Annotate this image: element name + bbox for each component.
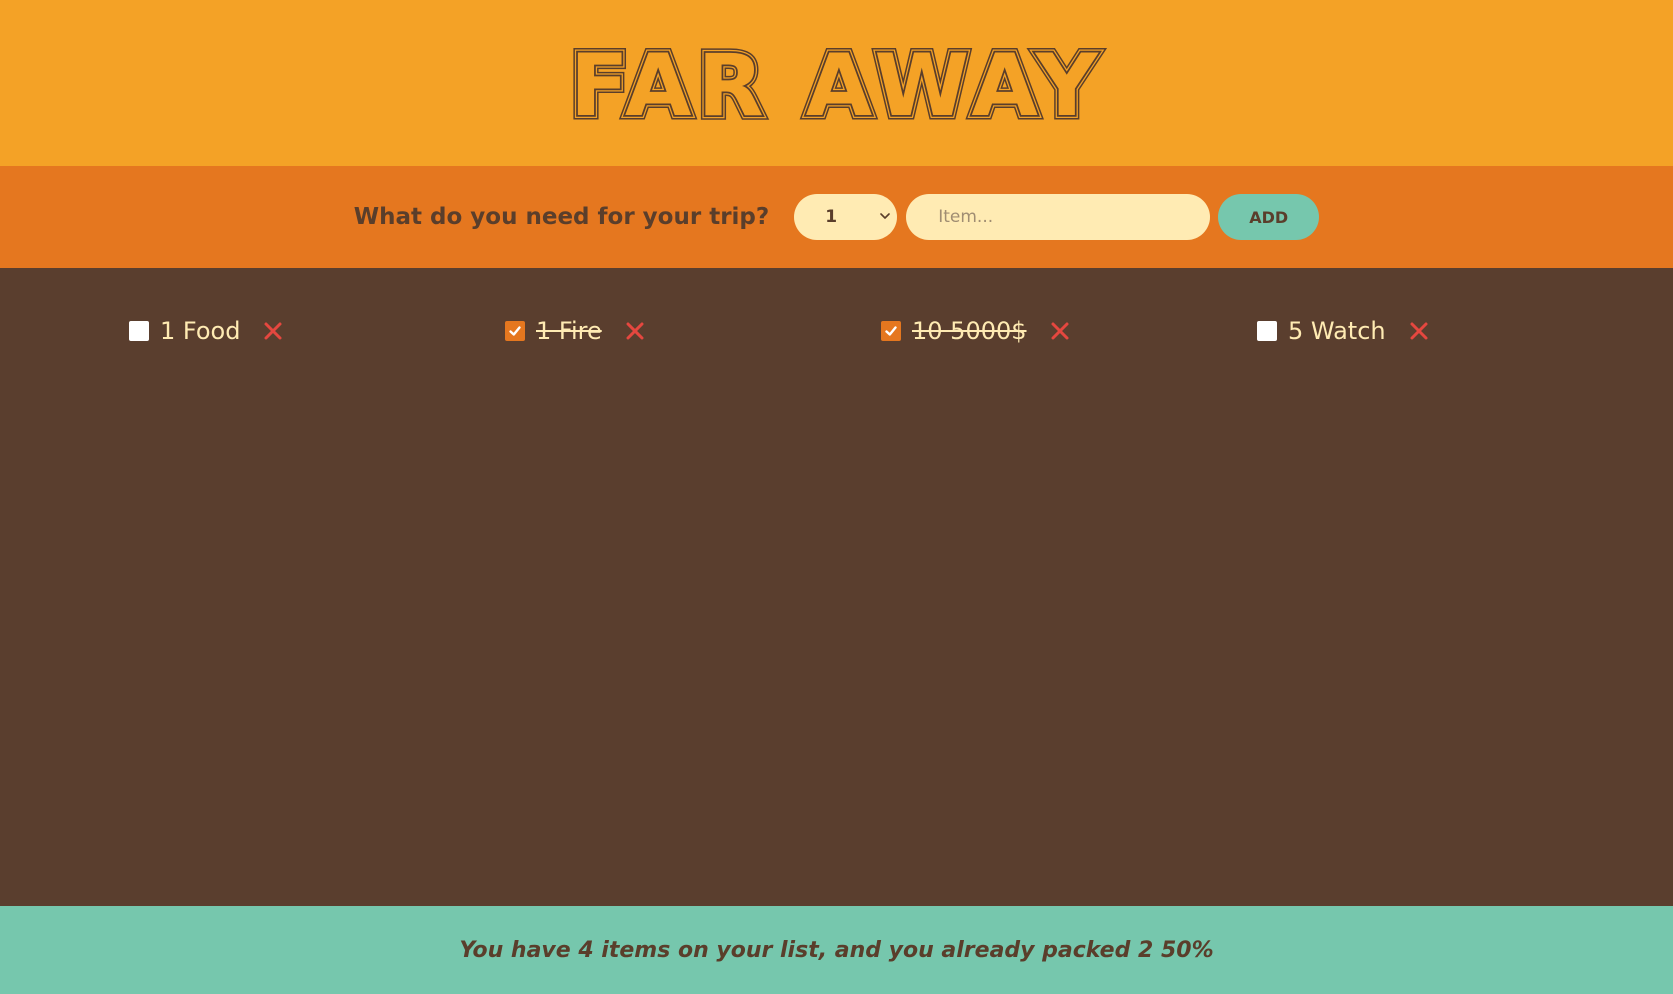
list-item: 5 Watch bbox=[1257, 316, 1633, 346]
item-input[interactable]: Item... bbox=[906, 194, 1211, 240]
stats-text: You have 4 items on your list, and you a… bbox=[459, 937, 1214, 963]
list-item: 1 Food bbox=[129, 316, 505, 346]
delete-button[interactable] bbox=[1404, 316, 1434, 346]
checkmark-icon bbox=[885, 326, 897, 336]
packed-checkbox[interactable] bbox=[129, 321, 149, 341]
stats-footer: You have 4 items on your list, and you a… bbox=[0, 906, 1673, 994]
chevron-down-icon bbox=[880, 213, 891, 219]
logo: FAR AWAY FAR AWAY FAR AWAY FAR AWAY bbox=[565, 33, 1104, 133]
item-input-placeholder: Item... bbox=[938, 207, 994, 227]
packed-checkbox[interactable] bbox=[881, 321, 901, 341]
packed-checkbox[interactable] bbox=[1257, 321, 1277, 341]
app-header: FAR AWAY FAR AWAY FAR AWAY FAR AWAY bbox=[0, 0, 1673, 166]
close-x-icon bbox=[1051, 322, 1069, 340]
close-x-icon bbox=[264, 322, 282, 340]
item-label: 1 Food bbox=[160, 317, 241, 345]
add-button[interactable]: ADD bbox=[1218, 194, 1320, 240]
logo-title-fill: FAR AWAY bbox=[570, 36, 1104, 133]
app: FAR AWAY FAR AWAY FAR AWAY FAR AWAY What… bbox=[0, 0, 1673, 994]
item-label: 1 Fire bbox=[536, 317, 602, 345]
quantity-select[interactable]: 1 bbox=[794, 194, 898, 240]
list-item: 1 Fire bbox=[505, 316, 881, 346]
delete-button[interactable] bbox=[620, 316, 650, 346]
packed-checkbox[interactable] bbox=[505, 321, 525, 341]
quantity-select-value: 1 bbox=[825, 207, 838, 227]
close-x-icon bbox=[626, 322, 644, 340]
packing-list: 1 Food 1 Fire 10 5000$ 5 Watch bbox=[0, 268, 1673, 346]
item-label: 5 Watch bbox=[1288, 317, 1386, 345]
list-item: 10 5000$ bbox=[881, 316, 1257, 346]
delete-button[interactable] bbox=[1045, 316, 1075, 346]
delete-button[interactable] bbox=[258, 316, 288, 346]
close-x-icon bbox=[1410, 322, 1428, 340]
packing-list-area: 1 Food 1 Fire 10 5000$ 5 Watch bbox=[0, 268, 1673, 906]
checkmark-icon bbox=[509, 326, 521, 336]
form-question: What do you need for your trip? bbox=[353, 204, 770, 230]
add-item-form: What do you need for your trip? 1 Item..… bbox=[0, 166, 1673, 268]
item-label: 10 5000$ bbox=[912, 317, 1027, 345]
